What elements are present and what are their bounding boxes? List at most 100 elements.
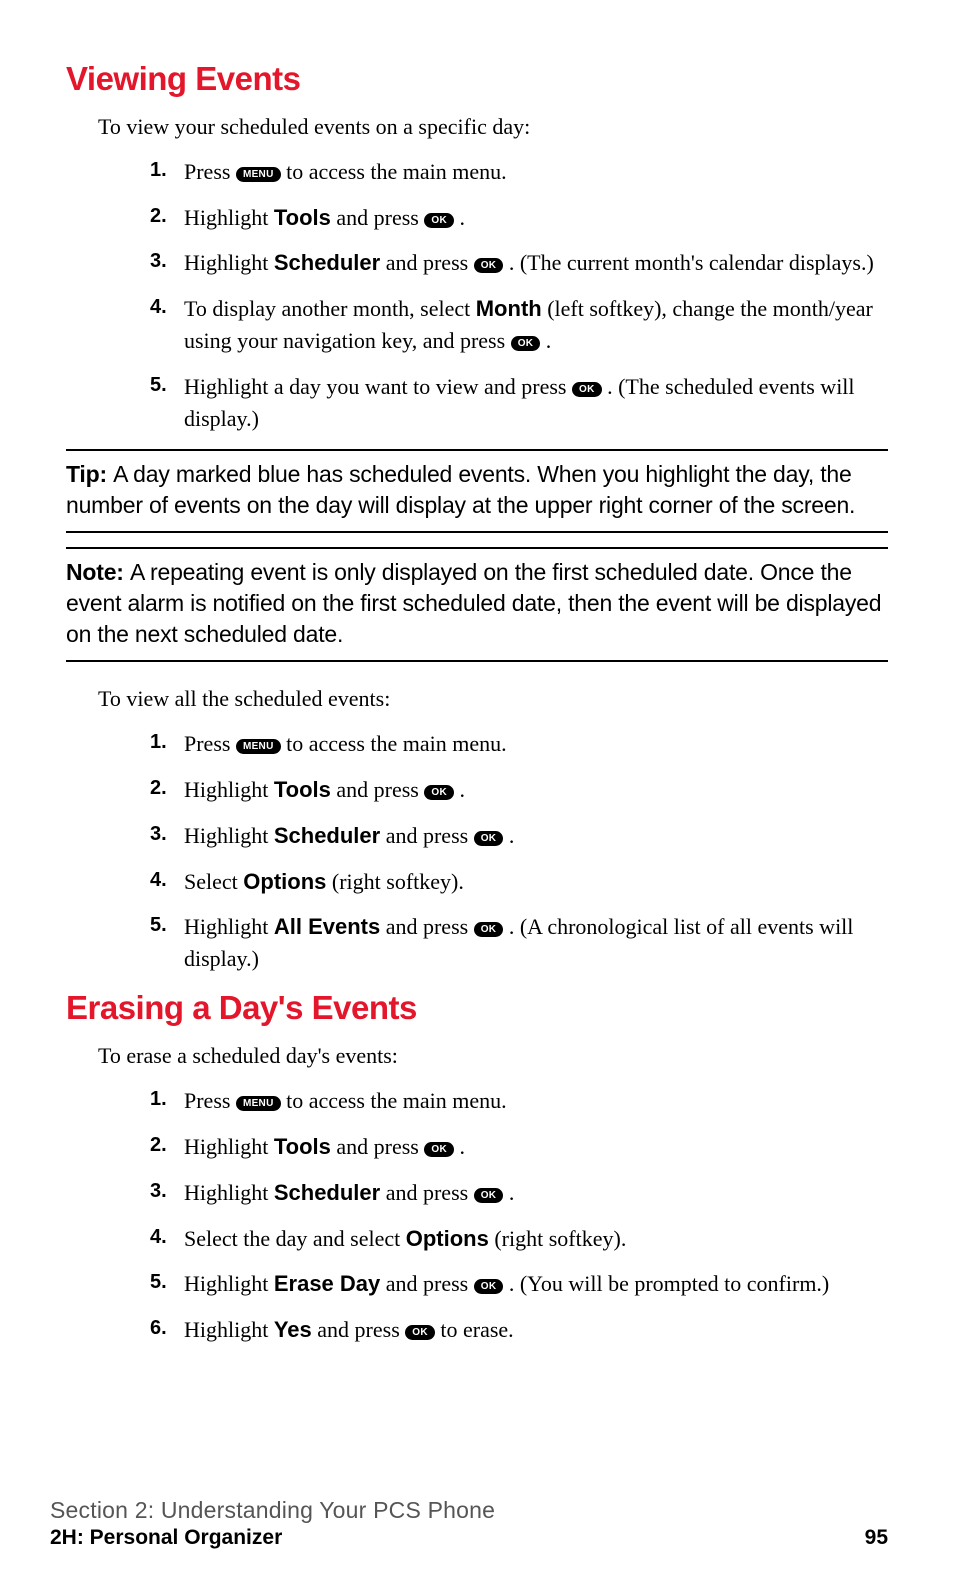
step-text: and press xyxy=(312,1317,405,1342)
ok-key-icon: OK xyxy=(424,785,454,800)
step-text: Highlight xyxy=(184,1271,274,1296)
step-item: 1. Press MENU to access the main menu. xyxy=(150,728,888,760)
step-text: To display another month, select xyxy=(184,296,476,321)
step-item: 3. Highlight Scheduler and press OK . (T… xyxy=(150,247,888,279)
step-text: Highlight xyxy=(184,914,274,939)
step-text: . (The current month's calendar displays… xyxy=(509,250,874,275)
heading-erasing-events: Erasing a Day's Events xyxy=(66,989,888,1027)
step-item: 5. Highlight Erase Day and press OK . (Y… xyxy=(150,1268,888,1300)
step-bold: Options xyxy=(243,869,326,894)
step-bold: Yes xyxy=(274,1317,312,1342)
step-text: to access the main menu. xyxy=(281,159,507,184)
note-text: A repeating event is only displayed on t… xyxy=(66,559,881,647)
step-number: 3. xyxy=(150,1177,167,1206)
step-number: 3. xyxy=(150,820,167,849)
step-text: Select xyxy=(184,869,243,894)
step-bold: Month xyxy=(476,296,542,321)
step-bold: Erase Day xyxy=(274,1271,380,1296)
step-bold: Tools xyxy=(274,1134,331,1159)
page-footer: Section 2: Understanding Your PCS Phone … xyxy=(50,1497,888,1550)
step-number: 1. xyxy=(150,156,167,185)
step-text: and press xyxy=(331,1134,424,1159)
step-number: 5. xyxy=(150,911,167,940)
ok-key-icon: OK xyxy=(511,336,541,351)
step-item: 5. Highlight a day you want to view and … xyxy=(150,371,888,435)
tip-text: A day marked blue has scheduled events. … xyxy=(66,461,855,518)
step-text: to erase. xyxy=(440,1317,513,1342)
intro-text: To view your scheduled events on a speci… xyxy=(98,112,888,142)
step-text: . xyxy=(509,1180,515,1205)
step-bold: Scheduler xyxy=(274,1180,380,1205)
ok-key-icon: OK xyxy=(572,382,602,397)
page-number: 95 xyxy=(865,1526,888,1550)
step-text: and press xyxy=(380,1180,473,1205)
intro-text: To view all the scheduled events: xyxy=(98,684,888,714)
step-number: 6. xyxy=(150,1314,167,1343)
step-number: 5. xyxy=(150,1268,167,1297)
step-number: 2. xyxy=(150,202,167,231)
step-text: and press xyxy=(380,1271,473,1296)
step-item: 4. Select Options (right softkey). xyxy=(150,866,888,898)
ok-key-icon: OK xyxy=(405,1325,435,1340)
step-text: Highlight xyxy=(184,250,274,275)
steps-list-3: 1. Press MENU to access the main menu. 2… xyxy=(150,1085,888,1346)
step-text: . xyxy=(459,777,465,802)
intro-text: To erase a scheduled day's events: xyxy=(98,1041,888,1071)
step-item: 1. Press MENU to access the main menu. xyxy=(150,1085,888,1117)
footer-subsection: 2H: Personal Organizer xyxy=(50,1526,282,1550)
ok-key-icon: OK xyxy=(474,831,504,846)
steps-list-2: 1. Press MENU to access the main menu. 2… xyxy=(150,728,888,975)
step-item: 3. Highlight Scheduler and press OK . xyxy=(150,820,888,852)
step-text: (right softkey). xyxy=(489,1226,626,1251)
step-number: 2. xyxy=(150,774,167,803)
step-text: Select the day and select xyxy=(184,1226,406,1251)
step-bold: All Events xyxy=(274,914,380,939)
note-callout: Note: A repeating event is only displaye… xyxy=(66,547,888,662)
step-number: 5. xyxy=(150,371,167,400)
step-item: 3. Highlight Scheduler and press OK . xyxy=(150,1177,888,1209)
step-text: Highlight xyxy=(184,205,274,230)
step-text: . xyxy=(459,1134,465,1159)
step-number: 1. xyxy=(150,728,167,757)
note-label: Note: xyxy=(66,559,130,585)
step-text: Press xyxy=(184,159,236,184)
step-item: 1. Press MENU to access the main menu. xyxy=(150,156,888,188)
step-number: 3. xyxy=(150,247,167,276)
step-text: . xyxy=(459,205,465,230)
step-text: Highlight xyxy=(184,777,274,802)
menu-key-icon: MENU xyxy=(236,167,281,182)
step-item: 2. Highlight Tools and press OK . xyxy=(150,1131,888,1163)
step-text: and press xyxy=(380,914,473,939)
step-bold: Scheduler xyxy=(274,250,380,275)
step-text: and press xyxy=(380,823,473,848)
step-item: 2. Highlight Tools and press OK . xyxy=(150,202,888,234)
step-number: 2. xyxy=(150,1131,167,1160)
tip-label: Tip: xyxy=(66,461,113,487)
ok-key-icon: OK xyxy=(474,1279,504,1294)
step-text: (right softkey). xyxy=(326,869,463,894)
step-text: Press xyxy=(184,1088,236,1113)
ok-key-icon: OK xyxy=(424,1142,454,1157)
step-number: 1. xyxy=(150,1085,167,1114)
step-item: 2. Highlight Tools and press OK . xyxy=(150,774,888,806)
step-number: 4. xyxy=(150,293,167,322)
ok-key-icon: OK xyxy=(424,213,454,228)
step-text: . (You will be prompted to confirm.) xyxy=(509,1271,829,1296)
step-text: Press xyxy=(184,731,236,756)
heading-viewing-events: Viewing Events xyxy=(66,60,888,98)
footer-section-title: Section 2: Understanding Your PCS Phone xyxy=(50,1497,888,1524)
step-text: Highlight a day you want to view and pre… xyxy=(184,374,572,399)
step-item: 6. Highlight Yes and press OK to erase. xyxy=(150,1314,888,1346)
menu-key-icon: MENU xyxy=(236,739,281,754)
step-text: Highlight xyxy=(184,1317,274,1342)
step-text: and press xyxy=(331,777,424,802)
step-bold: Options xyxy=(406,1226,489,1251)
step-text: . xyxy=(509,823,515,848)
step-number: 4. xyxy=(150,1223,167,1252)
step-item: 5. Highlight All Events and press OK . (… xyxy=(150,911,888,975)
step-text: to access the main menu. xyxy=(281,1088,507,1113)
step-text: to access the main menu. xyxy=(281,731,507,756)
step-bold: Tools xyxy=(274,777,331,802)
menu-key-icon: MENU xyxy=(236,1096,281,1111)
step-text: Highlight xyxy=(184,1180,274,1205)
